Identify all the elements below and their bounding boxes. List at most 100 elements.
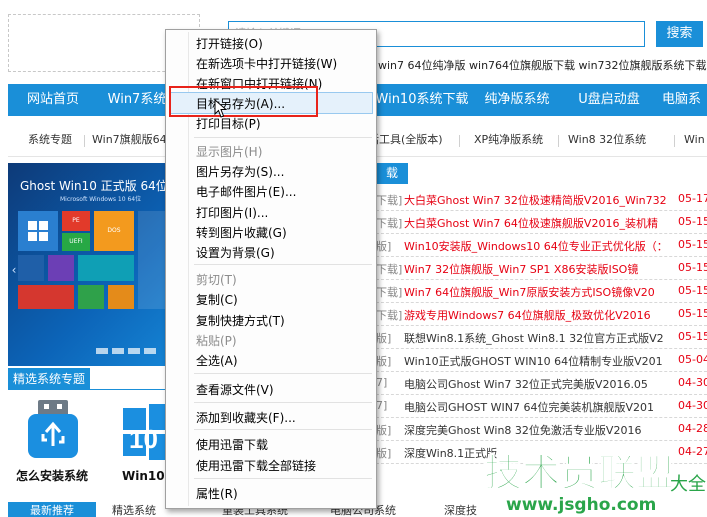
article-category[interactable]: 7] (376, 399, 387, 412)
pager-dot[interactable] (144, 348, 156, 354)
pager-dot[interactable] (112, 348, 124, 354)
menu-item-download-all-with-thunder[interactable]: 使用迅雷下载全部链接 (196, 456, 316, 476)
menu-item-download-with-thunder[interactable]: 使用迅雷下载 (196, 435, 268, 455)
menu-item-print-picture[interactable]: 打印图片(I)... (196, 203, 268, 223)
usb-drive-icon[interactable] (24, 400, 82, 460)
subnav-divider (558, 135, 559, 147)
watermark-url: www.jsgho.com (506, 495, 656, 515)
tile-pe: PE (62, 211, 90, 231)
watermark-suffix: 大全 (670, 474, 706, 495)
nav-item-usb[interactable]: U盘启动盘 (568, 84, 650, 116)
article-category[interactable]: 版] (376, 422, 391, 438)
menu-item-save-picture-as[interactable]: 图片另存为(S)... (196, 162, 284, 182)
annotation-red-box (169, 86, 318, 117)
article-date: 05-15 (678, 307, 707, 320)
article-category[interactable]: 版] (376, 238, 391, 254)
article-row[interactable]: 7] 电脑公司Ghost Win7 32位正式完美版V2016.05 04-30 (376, 372, 707, 395)
pager-dot[interactable] (96, 348, 108, 354)
menu-item-set-as-background[interactable]: 设置为背景(G) (196, 243, 275, 263)
subnav-divider (459, 135, 460, 147)
menu-separator (194, 402, 372, 403)
article-date: 05-15 (678, 215, 707, 228)
menu-item-view-source[interactable]: 查看源文件(V) (196, 380, 274, 400)
article-category[interactable]: 版] (376, 445, 391, 461)
featured-item-install[interactable]: 怎么安装系统 (16, 467, 88, 484)
article-title[interactable]: 电脑公司Ghost Win7 32位正式完美版V2016.05 (404, 376, 648, 392)
article-date: 04-30 (678, 376, 707, 389)
article-title[interactable]: Win7 32位旗舰版_Win7 SP1 X86安装版ISO镜 (404, 261, 638, 277)
nav-item-home[interactable]: 网站首页 (16, 84, 90, 116)
subnav-topics[interactable]: 系统专题 (28, 124, 72, 156)
article-row[interactable]: 版] 联想Win8.1系统_Ghost Win8.1 32位官方正式版V2 05-1… (376, 326, 707, 349)
featured-section-title: 精选系统专题 (8, 368, 90, 390)
article-title[interactable]: 大白菜Ghost Win7 32位极速精简版V2016_Win732 (404, 192, 667, 208)
menu-item-copy[interactable]: 复制(C) (196, 290, 238, 310)
article-date: 05-15 (678, 238, 707, 251)
article-row[interactable]: 下载] 大白菜Ghost Win7 32位极速精简版V2016_Win732 05-… (376, 188, 707, 211)
article-row[interactable]: 下载] Win7 32位旗舰版_Win7 SP1 X86安装版ISO镜 05-15 (376, 257, 707, 280)
article-date: 05-15 (678, 261, 707, 274)
article-title[interactable]: 联想Win8.1系统_Ghost Win8.1 32位官方正式版V2 (404, 330, 664, 346)
article-row[interactable]: 7] 电脑公司GHOST WIN7 64位完美装机旗舰版V201 04-30 (376, 395, 707, 418)
hot-search-links[interactable]: win7 64位纯净版 win764位旗舰版下载 win732位旗舰版系统下载 (378, 57, 707, 73)
article-row[interactable]: 版] Win10安装版_Windows10 64位专业正式优化版（： 05-15 (376, 234, 707, 257)
menu-item-email-picture[interactable]: 电子邮件图片(E)... (196, 182, 296, 202)
nav-item-pure[interactable]: 纯净版系统 (476, 84, 558, 116)
chevron-left-icon[interactable]: ‹ (10, 263, 18, 279)
tile-blue (18, 255, 44, 281)
subnav-divider (84, 135, 85, 147)
article-row[interactable]: 下载] 大白菜Ghost Win7 64位极速旗舰版V2016_装机精 05-15 (376, 211, 707, 234)
subnav-win[interactable]: Win (684, 124, 705, 156)
article-row[interactable]: 下载] Win7 64位旗舰版_Win7原版安装方式ISO镜像V20 05-15 (376, 280, 707, 303)
site-watermark: 技术员联盟 大全 www.jsgho.com (483, 450, 706, 515)
tile-purple (48, 255, 74, 281)
article-row[interactable]: 下载] 游戏专用Windows7 64位旗舰版_极致优化V2016 05-15 (376, 303, 707, 326)
menu-item-add-to-favorites[interactable]: 添加到收藏夹(F)... (196, 408, 296, 428)
article-title[interactable]: Win10安装版_Windows10 64位专业正式优化版（： (404, 238, 668, 254)
menu-item-open-link[interactable]: 打开链接(O) (196, 34, 263, 54)
tab-deep[interactable]: 深度技 (444, 502, 484, 517)
subnav-tools[interactable]: 活工具(全版本) (368, 124, 443, 156)
nav-item-win10[interactable]: Win10系统下载 (374, 84, 470, 116)
article-category[interactable]: 版] (376, 353, 391, 369)
tile-windows-icon (18, 211, 58, 251)
subnav-win7-64[interactable]: Win7旗舰版64( (92, 124, 171, 156)
article-category[interactable]: 下载] (376, 215, 402, 231)
subnav-xp[interactable]: XP纯净版系统 (474, 124, 543, 156)
article-row[interactable]: 版] 深度完美Ghost Win8 32位免激活专业版V2016 04-28 (376, 418, 707, 441)
article-title[interactable]: 大白菜Ghost Win7 64位极速旗舰版V2016_装机精 (404, 215, 658, 231)
nav-item-win7[interactable]: Win7系统 (100, 84, 174, 116)
article-title[interactable]: Win10正式版GHOST WIN10 64位精制专业版V201 (404, 353, 663, 369)
article-date: 05-04 (678, 353, 707, 366)
tab-latest[interactable]: 最新推荐 (8, 502, 96, 517)
search-button[interactable]: 搜索 (656, 21, 703, 47)
article-category[interactable]: 下载] (376, 284, 402, 300)
menu-item-open-link-new-tab[interactable]: 在新选项卡中打开链接(W) (196, 54, 337, 74)
subnav-win8-32[interactable]: Win8 32位系统 (568, 124, 646, 156)
article-category[interactable]: 版] (376, 330, 391, 346)
article-category[interactable]: 下载] (376, 192, 402, 208)
article-row[interactable]: 版] Win10正式版GHOST WIN10 64位精制专业版V201 05-04 (376, 349, 707, 372)
article-category[interactable]: 下载] (376, 261, 402, 277)
tile-red (18, 285, 74, 309)
menu-item-properties[interactable]: 属性(R) (196, 484, 238, 504)
banner-title: Ghost Win10 正式版 64位 (20, 179, 168, 193)
article-title[interactable]: 深度完美Ghost Win8 32位免激活专业版V2016 (404, 422, 641, 438)
menu-item-show-picture: 显示图片(H) (196, 145, 263, 159)
menu-item-print-target[interactable]: 打印目标(P) (196, 114, 261, 134)
watermark-title: 技术员联盟 (484, 451, 674, 495)
article-title[interactable]: 电脑公司GHOST WIN7 64位完美装机旗舰版V201 (404, 399, 654, 415)
article-title[interactable]: 游戏专用Windows7 64位旗舰版_极致优化V2016 (404, 307, 651, 323)
pager-dot[interactable] (128, 348, 140, 354)
menu-item-select-all[interactable]: 全选(A) (196, 351, 238, 371)
menu-separator (194, 429, 372, 430)
menu-separator (194, 478, 372, 479)
list-header-tab[interactable]: 载 (376, 163, 408, 184)
article-category[interactable]: 7] (376, 376, 387, 389)
menu-item-paste: 粘贴(P) (196, 334, 237, 348)
article-title[interactable]: Win7 64位旗舰版_Win7原版安装方式ISO镜像V20 (404, 284, 655, 300)
nav-item-pc[interactable]: 电脑系 (656, 84, 707, 116)
menu-item-copy-shortcut[interactable]: 复制快捷方式(T) (196, 311, 285, 331)
menu-item-goto-picture-folder[interactable]: 转到图片收藏(G) (196, 223, 287, 243)
article-category[interactable]: 下载] (376, 307, 402, 323)
